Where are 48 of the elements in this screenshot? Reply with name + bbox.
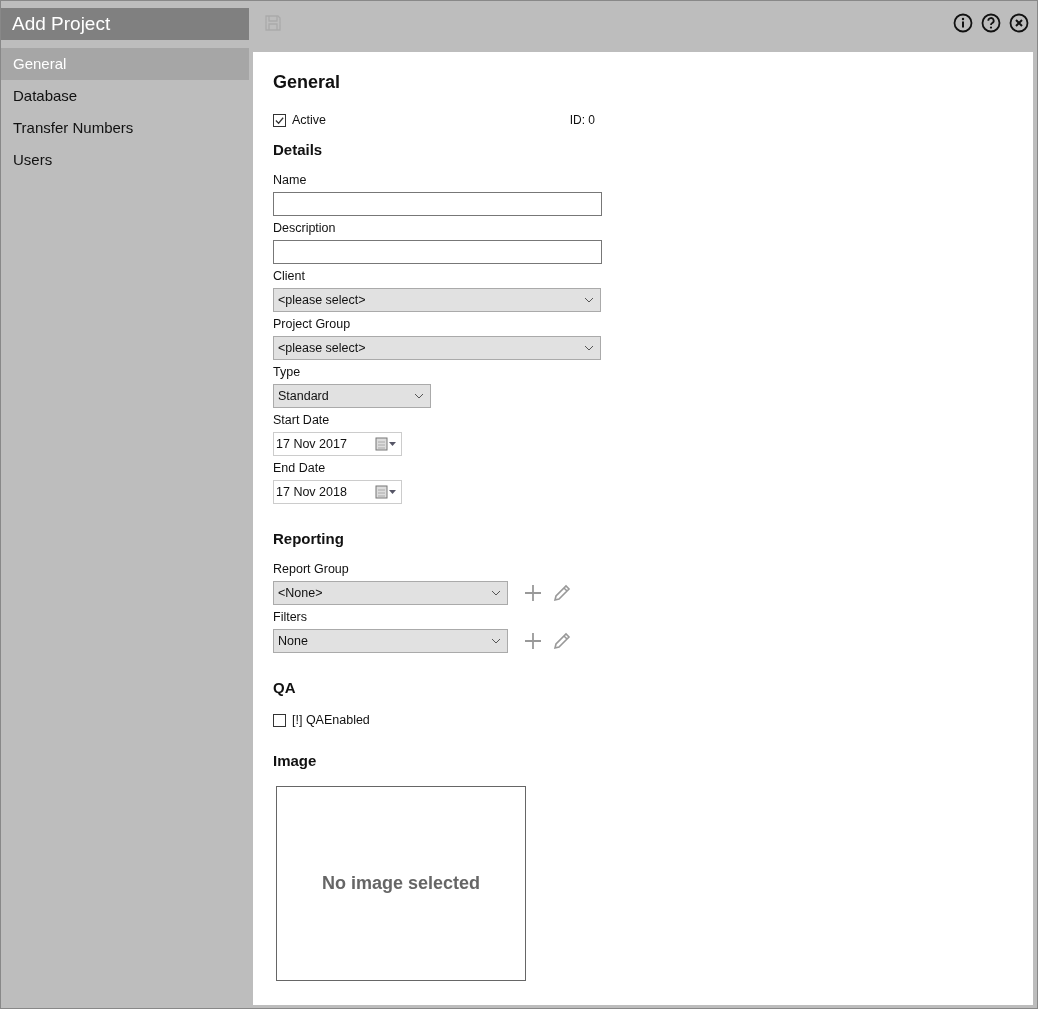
dropdown[interactable]: Standard bbox=[273, 384, 431, 408]
help-icon[interactable] bbox=[981, 13, 1001, 33]
dropdown[interactable]: <please select> bbox=[273, 336, 601, 360]
date-field[interactable]: 17 Nov 2018 bbox=[273, 480, 402, 504]
checkbox-label: [!] QAEnabled bbox=[292, 713, 370, 727]
add-icon[interactable] bbox=[524, 584, 542, 602]
calendar-icon[interactable] bbox=[375, 437, 397, 451]
field-label: Project Group bbox=[273, 317, 352, 332]
placeholder-text: No image selected bbox=[321, 872, 481, 894]
section-heading: General bbox=[273, 72, 342, 93]
sidebar-item[interactable]: Database bbox=[1, 80, 249, 112]
text-field[interactable] bbox=[273, 240, 602, 264]
section-heading: Image bbox=[273, 751, 318, 769]
dropdown[interactable]: None bbox=[273, 629, 508, 653]
field-label: Name bbox=[273, 173, 308, 188]
text-field[interactable] bbox=[273, 192, 602, 216]
pencil-icon[interactable] bbox=[552, 583, 572, 603]
pencil-icon[interactable] bbox=[552, 631, 572, 651]
info-icon[interactable] bbox=[953, 13, 973, 33]
checkbox[interactable] bbox=[273, 113, 286, 127]
field-label: End Date bbox=[273, 461, 327, 476]
checkbox[interactable] bbox=[273, 713, 286, 727]
dropdown[interactable]: <None> bbox=[273, 581, 508, 605]
add-icon[interactable] bbox=[524, 632, 542, 650]
field-label: Description bbox=[273, 221, 337, 236]
id-text: ID: 0 bbox=[569, 113, 595, 127]
image-placeholder[interactable]: No image selected bbox=[276, 785, 526, 981]
section-heading: Details bbox=[273, 141, 324, 158]
field-label: Client bbox=[273, 269, 306, 284]
sidebar-item[interactable]: Users bbox=[1, 144, 249, 176]
sidebar-item[interactable]: Transfer Numbers bbox=[1, 112, 249, 144]
field-label: Start Date bbox=[273, 413, 331, 428]
chevron-icon bbox=[491, 638, 501, 644]
chevron-icon bbox=[584, 297, 594, 303]
field-label: Filters bbox=[273, 610, 309, 625]
field-label: Type bbox=[273, 365, 302, 380]
date-field[interactable]: 17 Nov 2017 bbox=[273, 432, 402, 456]
chevron-icon bbox=[414, 393, 424, 399]
chevron-icon bbox=[491, 590, 501, 596]
checkbox-label: Active bbox=[292, 113, 327, 127]
calendar-icon[interactable] bbox=[375, 485, 397, 499]
field-label: Report Group bbox=[273, 562, 350, 577]
dropdown[interactable]: <please select> bbox=[273, 288, 601, 312]
section-heading: Reporting bbox=[273, 530, 345, 547]
close-icon[interactable] bbox=[1009, 13, 1029, 33]
chevron-icon bbox=[584, 345, 594, 351]
section-heading: QA bbox=[273, 679, 297, 696]
window-title: Add Project bbox=[1, 8, 249, 40]
